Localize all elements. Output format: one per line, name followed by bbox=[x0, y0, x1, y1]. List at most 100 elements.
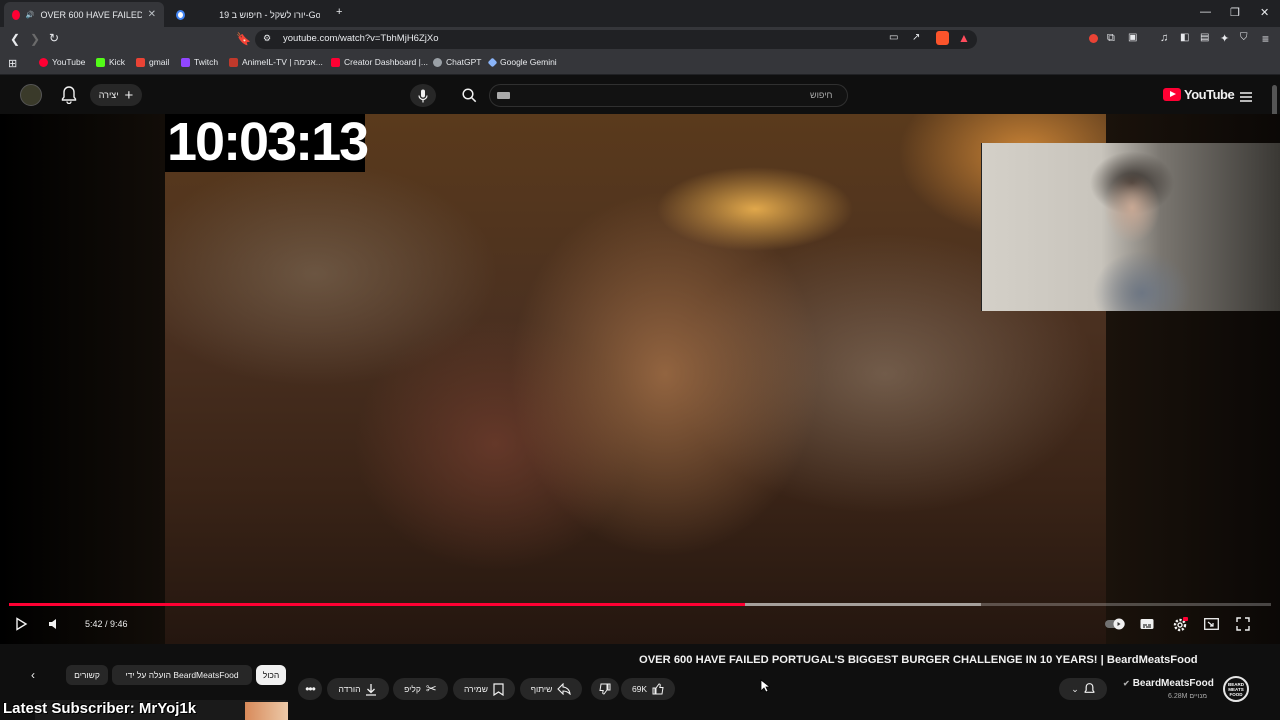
channel-name-text: BeardMeatsFood bbox=[1132, 678, 1214, 689]
wallet-card-icon[interactable]: ▤ bbox=[1200, 32, 1209, 43]
subscriber-count: 6.28M מנויים bbox=[1168, 693, 1208, 700]
voice-search-button[interactable] bbox=[410, 84, 436, 107]
bookmark-label: Twitch bbox=[194, 57, 219, 67]
brave-shield-icon[interactable] bbox=[936, 31, 949, 45]
share-button[interactable]: שיתוף bbox=[520, 678, 582, 700]
overlay-timer: 10:03:13 bbox=[167, 112, 369, 172]
youtube-favicon-icon bbox=[12, 9, 20, 20]
thumbs-up-icon bbox=[652, 683, 664, 695]
miniplayer-icon[interactable] bbox=[1204, 617, 1219, 635]
new-tab-button[interactable]: + bbox=[336, 6, 342, 18]
more-actions-button[interactable]: ••• bbox=[298, 678, 322, 700]
apps-grid-icon[interactable]: ⊞ bbox=[8, 57, 17, 70]
bookmark-page-icon[interactable]: 🔖 bbox=[236, 32, 251, 46]
tab-youtube-video[interactable]: 🔊 OVER 600 HAVE FAILED PORT ✕ bbox=[4, 2, 164, 27]
time-display: 5:42 / 9:46 bbox=[85, 619, 128, 629]
save-button[interactable]: שמירה bbox=[453, 678, 515, 700]
subscribed-notifications-button[interactable]: ⌄ bbox=[1059, 678, 1107, 700]
close-window-icon[interactable]: ✕ bbox=[1260, 6, 1269, 19]
share-page-icon[interactable]: ↗ bbox=[912, 32, 920, 43]
save-label: שמירה bbox=[464, 684, 488, 694]
media-icon[interactable]: ♫ bbox=[1160, 32, 1168, 44]
channel-avatar[interactable]: BEARD MEATS FOOD bbox=[1223, 676, 1249, 702]
bookmark-kick[interactable]: Kick bbox=[96, 57, 125, 67]
leo-ai-icon[interactable]: ✦ bbox=[1220, 32, 1229, 45]
audio-playing-icon: 🔊 bbox=[25, 11, 35, 19]
chips-scroll-left-icon[interactable]: ‹ bbox=[31, 668, 35, 682]
latest-subscriber-overlay: Latest Subscriber: MrYoj1k bbox=[3, 700, 197, 717]
chip-related[interactable]: קשורים bbox=[66, 665, 108, 685]
volume-button[interactable] bbox=[47, 617, 61, 636]
streamer-webcam bbox=[981, 143, 1280, 311]
channel-avatar-text: BEARD MEATS FOOD bbox=[1227, 681, 1244, 697]
brave-rewards-icon[interactable]: ▲ bbox=[958, 31, 970, 45]
video-title: OVER 600 HAVE FAILED PORTUGAL'S BIGGEST … bbox=[639, 654, 1198, 666]
chip-uploaded-by[interactable]: הועלה על ידי BeardMeatsFood bbox=[112, 665, 252, 685]
search-button[interactable] bbox=[456, 84, 482, 107]
reload-icon[interactable]: ↻ bbox=[49, 31, 59, 45]
progress-buffered bbox=[744, 603, 981, 606]
play-icon bbox=[16, 617, 28, 631]
bookmark-chatgpt[interactable]: ChatGPT bbox=[433, 57, 481, 67]
settings-gear-icon[interactable] bbox=[1172, 617, 1188, 638]
bookmark-label: ChatGPT bbox=[446, 57, 482, 67]
cast-icon[interactable]: ▭ bbox=[889, 32, 898, 43]
bookmark-twitch[interactable]: Twitch bbox=[181, 57, 218, 67]
progress-bar[interactable] bbox=[9, 603, 1271, 606]
fullscreen-icon[interactable] bbox=[1236, 617, 1250, 636]
share-label: שיתוף bbox=[530, 684, 553, 694]
keyboard-icon[interactable] bbox=[497, 92, 510, 99]
youtube-logo[interactable]: YouTube bbox=[1163, 87, 1235, 102]
chip-all[interactable]: הכול bbox=[256, 665, 286, 685]
menu-icon[interactable]: ≡ bbox=[1262, 32, 1269, 46]
download-button[interactable]: הורדה bbox=[327, 678, 389, 700]
google-favicon-icon bbox=[176, 9, 186, 20]
bookmark-gemini[interactable]: Google Gemini bbox=[487, 57, 557, 67]
progress-played bbox=[9, 603, 745, 606]
bookmark-label: Google Gemini bbox=[500, 57, 557, 67]
bookmark-youtube[interactable]: YouTube bbox=[39, 57, 85, 67]
extension-record-icon[interactable] bbox=[1089, 34, 1098, 43]
like-button[interactable]: 69K bbox=[621, 678, 675, 700]
notifications-bell-icon[interactable] bbox=[61, 86, 77, 109]
tab-google-search[interactable]: 19 יורו לשקל - חיפוש ב-Google bbox=[168, 2, 328, 27]
autoplay-toggle[interactable] bbox=[1104, 617, 1126, 636]
bookmark-creator-dashboard[interactable]: Creator Dashboard |... bbox=[331, 57, 428, 67]
logo-text: YouTube bbox=[1184, 87, 1235, 102]
bookmark-animeil[interactable]: AnimeIL-TV | אנימה... bbox=[229, 57, 323, 67]
sidebar-icon[interactable]: ◧ bbox=[1180, 32, 1189, 43]
chip-label: הכול bbox=[262, 670, 280, 680]
video-frame bbox=[165, 114, 1106, 644]
bookmark-gmail[interactable]: gmail bbox=[136, 57, 169, 67]
extensions-icon[interactable]: ⧉ bbox=[1107, 32, 1115, 45]
close-tab-icon[interactable]: ✕ bbox=[148, 9, 156, 20]
wallet-icon[interactable]: ▣ bbox=[1128, 32, 1137, 43]
play-button[interactable] bbox=[14, 617, 28, 636]
bell-icon bbox=[1084, 683, 1095, 693]
search-icon bbox=[461, 88, 476, 103]
subtitles-icon[interactable] bbox=[1140, 617, 1154, 635]
restore-icon[interactable]: ❐ bbox=[1230, 6, 1240, 19]
guide-menu-icon[interactable] bbox=[1240, 89, 1252, 107]
dislike-button[interactable] bbox=[591, 678, 619, 700]
forward-icon[interactable]: ❯ bbox=[30, 32, 40, 46]
account-avatar[interactable] bbox=[20, 84, 42, 106]
search-input[interactable] bbox=[489, 84, 848, 107]
back-icon[interactable]: ❮ bbox=[10, 32, 20, 46]
save-bookmark-icon bbox=[493, 682, 504, 696]
minimize-icon[interactable]: — bbox=[1200, 6, 1211, 18]
scissors-icon: ✂ bbox=[425, 681, 437, 696]
tab-title: 19 יורו לשקל - חיפוש ב-Google bbox=[219, 9, 320, 20]
microphone-icon bbox=[418, 89, 428, 102]
animeil-bookmark-icon bbox=[229, 57, 238, 67]
channel-name[interactable]: ✔ BeardMeatsFood bbox=[1123, 678, 1214, 689]
download-icon bbox=[366, 683, 377, 696]
like-count: 69K bbox=[631, 684, 648, 694]
clip-button[interactable]: קליפ ✂ bbox=[393, 678, 448, 700]
url-text[interactable]: youtube.com/watch?v=TbhMjH6ZjXo bbox=[283, 33, 439, 44]
create-button[interactable]: יצירה + bbox=[90, 84, 142, 106]
vpn-shield-icon[interactable]: ⛉ bbox=[1240, 32, 1248, 43]
gemini-bookmark-icon bbox=[487, 57, 498, 67]
share-icon bbox=[557, 683, 571, 695]
site-info-icon[interactable]: ⚙ bbox=[263, 33, 271, 44]
